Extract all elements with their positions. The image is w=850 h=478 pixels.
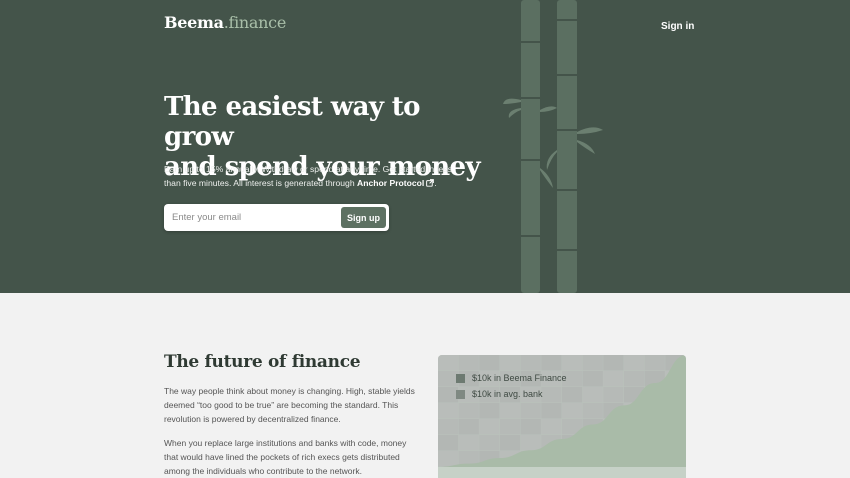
section-title: The future of finance — [164, 352, 361, 372]
chart-grid-cell — [624, 355, 645, 371]
chart-grid-cell — [479, 435, 500, 451]
chart-grid-cell — [562, 387, 583, 403]
chart-grid-cell — [541, 387, 562, 403]
growth-chart: $10k in Beema Finance $10k in avg. bank — [438, 355, 686, 478]
signup-form: Sign up — [164, 204, 389, 231]
chart-grid-cell — [458, 419, 479, 435]
chart-grid-cell — [479, 419, 500, 435]
chart-grid-cell — [603, 355, 624, 371]
subtext-after: . — [434, 178, 437, 188]
chart-grid-cell — [438, 355, 459, 371]
chart-grid-cell — [541, 403, 562, 419]
hero-subtext: Earn up to 15% annually. Withdraw or spe… — [164, 162, 464, 190]
chart-grid-cell — [520, 403, 541, 419]
email-input[interactable] — [172, 209, 332, 226]
chart-grid-cell — [500, 419, 521, 435]
chart-grid-cell — [582, 355, 603, 371]
chart-grid-cell — [644, 355, 665, 371]
chart-grid-cell — [520, 419, 541, 435]
chart-grid-cell — [438, 451, 459, 467]
bamboo-illustration — [503, 0, 603, 293]
chart-grid-cell — [541, 355, 562, 371]
chart-grid-cell — [624, 371, 645, 387]
chart-grid-cell — [541, 419, 562, 435]
chart-grid-cell — [500, 435, 521, 451]
chart-grid-cell — [479, 355, 500, 371]
legend-swatch-beema — [456, 373, 465, 383]
chart-grid-cell — [458, 435, 479, 451]
chart-grid-cell — [520, 435, 541, 451]
chart-grid-cell — [562, 403, 583, 419]
chart-grid-cell — [458, 403, 479, 419]
chart-grid-cell — [438, 435, 459, 451]
hero-section: Beema.finance Sign in The easiest way to… — [0, 0, 850, 293]
chart-grid-cell — [500, 403, 521, 419]
chart-grid-cell — [438, 419, 459, 435]
chart-grid-cell — [458, 355, 479, 371]
chart-grid-cell — [562, 355, 583, 371]
section-paragraph-2: When you replace large institutions and … — [164, 438, 407, 476]
chart-grid-cell — [603, 371, 624, 387]
legend-item-beema: $10k in Beema Finance — [456, 373, 567, 383]
brand-name: Beema — [164, 13, 224, 32]
brand-logo[interactable]: Beema.finance — [164, 13, 286, 32]
chart-grid-cell — [438, 403, 459, 419]
chart-grid-cell — [582, 403, 603, 419]
legend-swatch-bank — [456, 389, 465, 399]
legend-label-beema: $10k in Beema Finance — [472, 373, 567, 383]
legend-item-bank: $10k in avg. bank — [456, 389, 543, 399]
signup-button[interactable]: Sign up — [341, 207, 386, 228]
anchor-protocol-label: Anchor Protocol — [357, 178, 425, 188]
chart-grid-cell — [582, 387, 603, 403]
chart-grid-cell — [479, 403, 500, 419]
legend-label-bank: $10k in avg. bank — [472, 389, 543, 399]
brand-tld: finance — [228, 13, 287, 32]
chart-grid-cell — [520, 355, 541, 371]
section-paragraph-1: The way people think about money is chan… — [164, 386, 415, 424]
anchor-protocol-link[interactable]: Anchor Protocol — [357, 178, 435, 188]
signin-link[interactable]: Sign in — [661, 21, 694, 32]
chart-grid-cell — [582, 371, 603, 387]
chart-grid-cell — [603, 387, 624, 403]
chart-baseline-band — [438, 467, 686, 478]
chart-grid-cell — [500, 355, 521, 371]
headline-line-1: The easiest way to grow — [164, 92, 421, 152]
